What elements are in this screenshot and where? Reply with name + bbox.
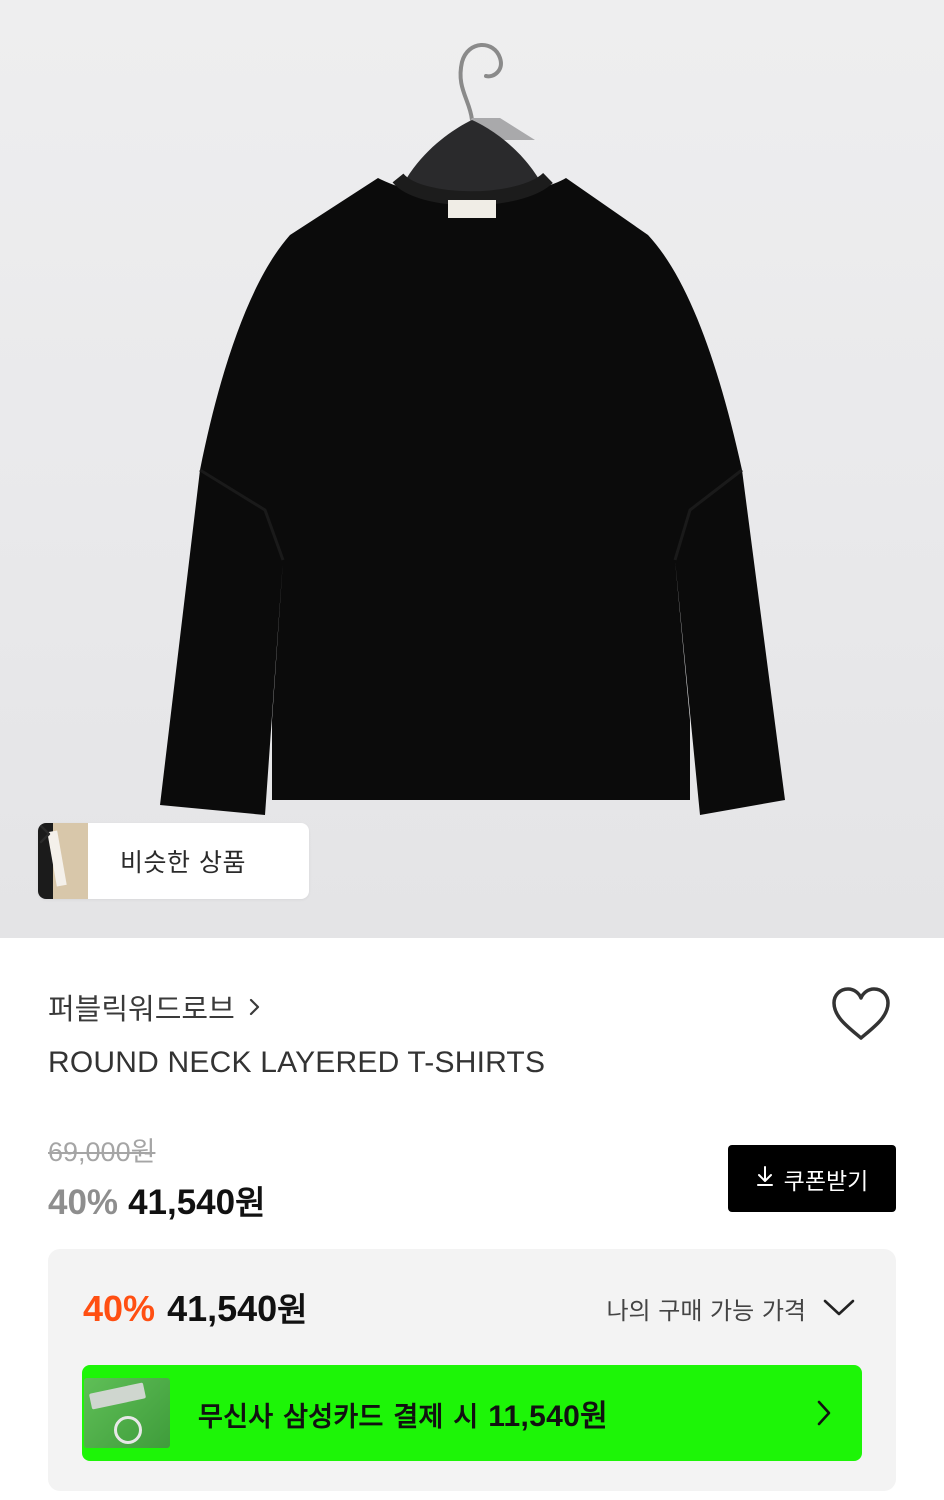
chevron-right-icon [816, 1399, 832, 1431]
brand-name: 퍼블릭워드로브 [48, 992, 235, 1026]
card-promo-amount: 11,540원 [488, 1400, 609, 1433]
my-price: 41,540원 [167, 1283, 307, 1331]
get-coupon-button[interactable]: 쿠폰받기 [728, 1145, 896, 1212]
chevron-right-icon [249, 990, 261, 1024]
similar-products-button[interactable]: 비슷한 상품 [38, 823, 309, 899]
original-price: 69,000원 [48, 1137, 156, 1167]
chevron-down-icon [822, 1295, 856, 1323]
similar-products-label: 비슷한 상품 [120, 848, 246, 877]
like-heart-icon[interactable] [830, 986, 892, 1046]
card-promo-label: 무신사 삼성카드 결제 시 [198, 1402, 489, 1433]
my-price-value: 40% 41,540원 [83, 1283, 308, 1331]
currency-unit: 원 [235, 1183, 266, 1222]
coupon-label: 쿠폰받기 [783, 1168, 869, 1195]
card-promo-banner[interactable]: 무신사 삼성카드 결제 시 11,540원 [82, 1365, 862, 1461]
brand-link[interactable]: 퍼블릭워드로브 [48, 986, 261, 1028]
sale-price: 41,540원 [128, 1176, 265, 1224]
sale-price-value: 41,540 [128, 1183, 236, 1222]
card-promo-text: 무신사 삼성카드 결제 시 11,540원 [198, 1391, 608, 1435]
download-icon [756, 1165, 774, 1193]
product-image[interactable]: 비슷한 상품 [0, 0, 944, 938]
discount-rate: 40% [48, 1183, 119, 1222]
my-price-panel: 40% 41,540원 나의 구매 가능 가격 무신사 삼성카드 결제 시 11… [48, 1249, 896, 1491]
sale-price-row: 40% 41,540원 [48, 1176, 266, 1224]
my-price-toggle[interactable]: 나의 구매 가능 가격 [606, 1291, 856, 1326]
samsung-card-image [84, 1378, 170, 1448]
my-price-amount: 41,540 [167, 1288, 278, 1329]
my-discount-rate: 40% [83, 1288, 156, 1329]
currency-unit: 원 [277, 1290, 308, 1329]
product-photo [160, 43, 785, 815]
my-price-toggle-label: 나의 구매 가능 가격 [606, 1297, 806, 1325]
product-title: ROUND NECK LAYERED T-SHIRTS [48, 1046, 546, 1079]
